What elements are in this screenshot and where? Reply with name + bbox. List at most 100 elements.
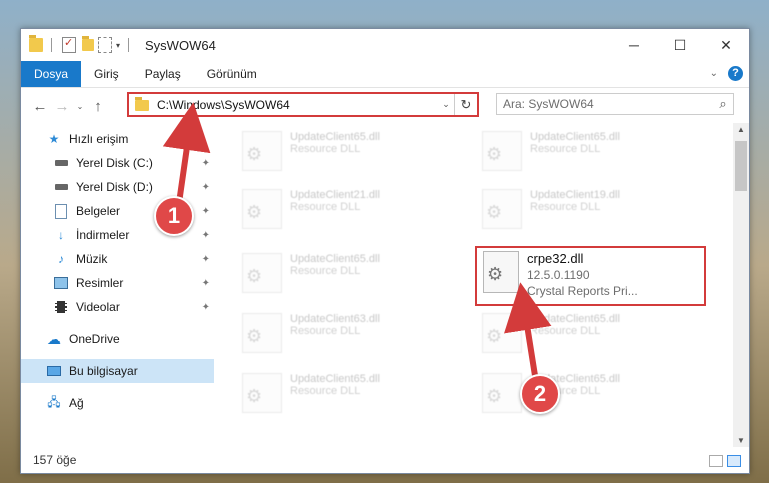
item-count: 157 öğe <box>33 453 77 467</box>
file-desc: Crystal Reports Pri... <box>527 284 638 298</box>
step-badge-2: 2 <box>520 374 560 414</box>
up-button[interactable]: ↑ <box>87 98 109 115</box>
nav-item-network[interactable]: 🖧 Ağ <box>21 391 214 415</box>
pin-icon[interactable]: ✦ <box>202 254 210 265</box>
recent-locations-button[interactable]: ⌄ <box>73 102 87 111</box>
nav-label: Bu bilgisayar <box>69 364 138 378</box>
file-name: UpdateClient65.dll <box>290 253 380 265</box>
expand-ribbon-icon[interactable]: ⌄ <box>710 68 718 79</box>
dll-file-icon <box>482 373 522 413</box>
network-icon: 🖧 <box>47 394 61 409</box>
nav-item-videolar[interactable]: Videolar ✦ <box>21 295 214 319</box>
chevron-down-icon[interactable]: ⌄ <box>438 99 454 110</box>
pin-icon[interactable]: ✦ <box>202 206 210 217</box>
dll-file-icon <box>482 189 522 229</box>
nav-label: Videolar <box>76 300 120 314</box>
file-desc: Resource DLL <box>530 143 601 155</box>
search-icon[interactable]: ⌕ <box>713 96 733 112</box>
download-icon: ↓ <box>58 228 64 242</box>
refresh-button[interactable]: ↻ <box>454 94 477 115</box>
properties-icon[interactable] <box>62 36 76 53</box>
scroll-up-icon[interactable]: ▲ <box>733 125 749 134</box>
new-folder-icon[interactable] <box>82 36 94 51</box>
nav-item-muzik[interactable]: ♪ Müzik ✦ <box>21 247 214 271</box>
nav-item-disk-c[interactable]: Yerel Disk (C:) ✦ <box>21 151 214 175</box>
nav-item-this-pc[interactable]: Bu bilgisayar <box>21 359 214 383</box>
forward-button[interactable]: → <box>51 98 73 115</box>
nav-label: Hızlı erişim <box>69 132 129 146</box>
file-desc: Resource DLL <box>290 265 361 277</box>
file-name: UpdateClient65.dll <box>290 131 380 143</box>
drive-icon <box>54 180 68 194</box>
nav-item-quick-access[interactable]: ★ Hızlı erişim <box>21 127 214 151</box>
dll-file-icon <box>242 313 282 353</box>
help-icon[interactable]: ? <box>728 66 743 81</box>
tab-dosya[interactable]: Dosya <box>21 61 82 87</box>
file-name: UpdateClient65.dll <box>530 313 620 325</box>
file-desc: Resource DLL <box>530 201 601 213</box>
folder-icon <box>29 35 43 52</box>
status-bar: 157 öğe <box>21 447 749 473</box>
file-name: UpdateClient21.dll <box>290 189 380 201</box>
details-view-icon[interactable] <box>709 455 723 467</box>
ribbon-tabs: Dosya Giriş Paylaş Görünüm ⌄ ? <box>21 61 749 88</box>
address-path[interactable]: C:\Windows\SysWOW64 <box>157 98 438 112</box>
scroll-thumb[interactable] <box>735 141 747 191</box>
pin-icon[interactable]: ✦ <box>202 278 210 289</box>
address-bar[interactable]: C:\Windows\SysWOW64 ⌄ ↻ <box>127 92 479 117</box>
list-item[interactable]: UpdateClient63.dllResource DLL <box>242 313 467 357</box>
nav-label: Yerel Disk (D:) <box>76 180 153 194</box>
divider <box>51 38 52 52</box>
search-input[interactable]: Ara: SysWOW64 <box>503 97 713 111</box>
navigation-pane: ★ Hızlı erişim Yerel Disk (C:) ✦ Yerel D… <box>21 123 214 441</box>
list-item[interactable]: UpdateClient65.dllResource DLL <box>242 253 467 297</box>
scroll-down-icon[interactable]: ▼ <box>733 436 749 445</box>
dll-file-icon <box>242 253 282 293</box>
pictures-icon <box>54 276 68 290</box>
file-desc: Resource DLL <box>290 325 361 337</box>
pin-icon[interactable]: ✦ <box>202 182 210 193</box>
pin-icon[interactable]: ✦ <box>202 230 210 241</box>
list-item[interactable]: UpdateClient65.dllResource DLL <box>482 313 707 357</box>
file-name: UpdateClient65.dll <box>530 131 620 143</box>
pin-icon[interactable]: ✦ <box>202 158 210 169</box>
vertical-scrollbar[interactable]: ▲ ▼ <box>733 123 749 447</box>
crpe32-file-item[interactable]: crpe32.dll 12.5.0.1190 Crystal Reports P… <box>483 251 638 298</box>
documents-icon <box>54 203 68 219</box>
maximize-button[interactable]: ☐ <box>657 29 703 61</box>
nav-label: Yerel Disk (C:) <box>76 156 153 170</box>
list-item[interactable]: UpdateClient65.dllResource DLL <box>242 131 467 175</box>
nav-label: İndirmeler <box>76 228 130 242</box>
file-desc: Resource DLL <box>290 385 361 397</box>
file-name: crpe32.dll <box>527 251 584 266</box>
nav-item-resimler[interactable]: Resimler ✦ <box>21 271 214 295</box>
nav-label: Resimler <box>76 276 124 290</box>
file-desc: Resource DLL <box>530 325 601 337</box>
close-button[interactable]: ✕ <box>703 29 749 61</box>
qat-dropdown-icon[interactable]: ▾ <box>116 41 120 50</box>
back-button[interactable]: ← <box>29 98 51 115</box>
file-name: UpdateClient65.dll <box>290 373 380 385</box>
address-row: ← → ⌄ ↑ C:\Windows\SysWOW64 ⌄ ↻ Ara: Sys… <box>21 88 749 124</box>
tab-paylas[interactable]: Paylaş <box>132 61 194 87</box>
minimize-button[interactable]: ─ <box>611 29 657 61</box>
dll-file-icon <box>482 313 522 353</box>
list-item[interactable]: UpdateClient19.dllResource DLL <box>482 189 707 233</box>
list-item[interactable]: UpdateClient65.dllResource DLL <box>482 131 707 175</box>
list-item[interactable]: UpdateClient65.dllResource DLL <box>242 373 467 417</box>
file-desc: Resource DLL <box>290 143 361 155</box>
tab-gorunum[interactable]: Görünüm <box>194 61 270 87</box>
file-desc: Resource DLL <box>290 201 361 213</box>
nav-item-disk-d[interactable]: Yerel Disk (D:) ✦ <box>21 175 214 199</box>
list-item[interactable]: UpdateClient21.dllResource DLL <box>242 189 467 233</box>
nav-item-onedrive[interactable]: ☁ OneDrive <box>21 327 214 351</box>
tab-giris[interactable]: Giriş <box>81 61 132 87</box>
customize-qat-icon[interactable] <box>98 37 112 53</box>
pin-icon[interactable]: ✦ <box>202 302 210 313</box>
star-icon: ★ <box>48 132 60 146</box>
nav-label: Müzik <box>76 252 108 266</box>
tiles-view-icon[interactable] <box>727 455 741 467</box>
list-item[interactable]: UpdateClient65.dllResource DLL <box>482 373 707 417</box>
file-name: UpdateClient19.dll <box>530 189 620 201</box>
search-box[interactable]: Ara: SysWOW64 ⌕ <box>496 93 734 115</box>
